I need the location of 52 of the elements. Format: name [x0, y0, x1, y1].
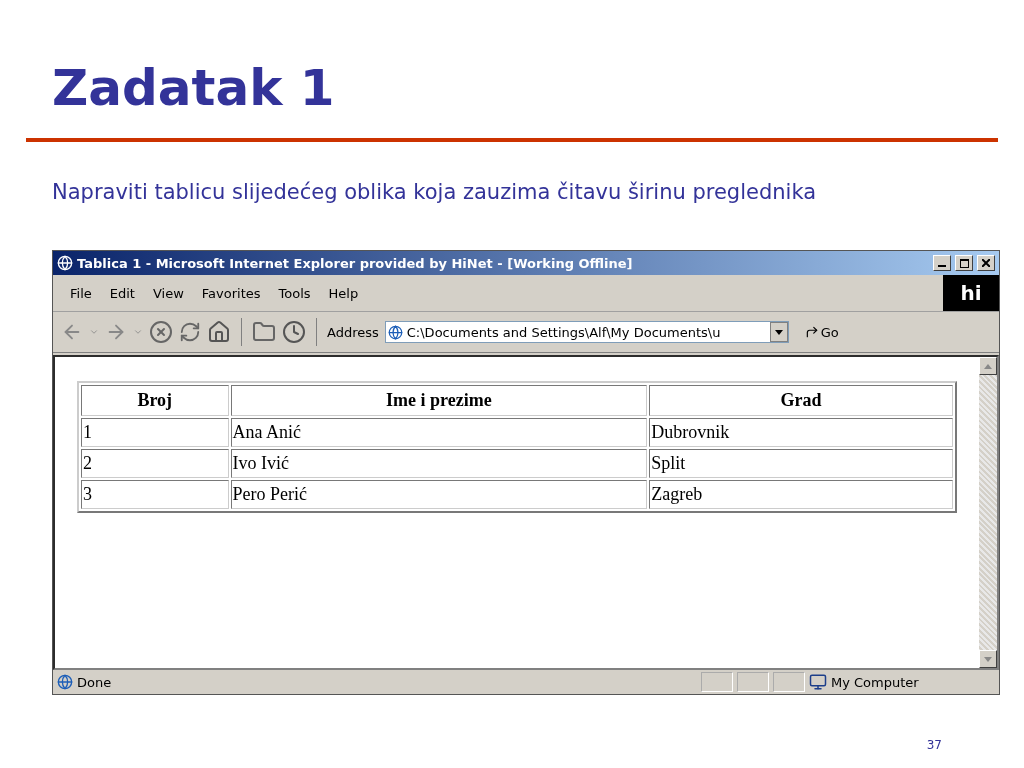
folder-icon[interactable]	[252, 320, 276, 344]
home-icon[interactable]	[207, 320, 231, 344]
status-pane	[773, 672, 805, 692]
address-label: Address	[327, 324, 379, 340]
logo: hi	[943, 275, 999, 311]
slide-title: Zadatak 1	[52, 58, 336, 119]
column-header: Grad	[649, 385, 953, 416]
page-icon	[387, 324, 403, 340]
table-cell: 3	[81, 480, 229, 509]
table-cell: 2	[81, 449, 229, 478]
slide-subtitle: Napraviti tablicu slijedećeg oblika koja zauzima čitavu širinu preglednika	[52, 180, 818, 204]
scroll-up-button[interactable]	[979, 357, 997, 375]
table-cell: Zagreb	[649, 480, 953, 509]
maximize-button[interactable]	[955, 255, 973, 271]
go-button[interactable]: Go	[804, 324, 839, 340]
computer-icon	[809, 673, 827, 691]
window-title: Tablica 1 - Microsoft Internet Explorer provided by HiNet - [Working Offline]	[77, 255, 634, 271]
refresh-icon[interactable]	[179, 321, 201, 343]
maximize-icon	[959, 258, 969, 268]
scroll-down-button[interactable]	[979, 650, 997, 668]
status-pane	[701, 672, 733, 692]
menu-item[interactable]: Help	[319, 285, 368, 301]
dropdown-button[interactable]	[769, 322, 788, 342]
column-header: Broj	[81, 385, 229, 416]
clock-icon[interactable]	[282, 320, 306, 344]
minimize-button[interactable]	[933, 255, 951, 271]
table-cell: Ana Anić	[230, 418, 648, 447]
page-icon	[57, 674, 73, 690]
table-cell: Split	[649, 449, 953, 478]
table-cell: Ivo Ivić	[230, 449, 648, 478]
zone-text: My Computer	[831, 674, 919, 690]
go-arrow-icon	[804, 325, 819, 339]
stop-icon[interactable]	[149, 320, 173, 344]
browser-icon	[57, 255, 73, 271]
close-icon	[982, 259, 990, 267]
table-cell: 1	[81, 418, 229, 447]
status-text: Done	[77, 674, 113, 690]
menu-item[interactable]: Tools	[269, 285, 320, 301]
menu-item[interactable]: File	[61, 285, 101, 301]
close-button[interactable]	[977, 255, 995, 271]
table-cell: Dubrovnik	[649, 418, 953, 447]
address-field[interactable]: C:\Documents and Settings\Alf\My Documents\u	[384, 321, 789, 343]
caret-icon	[774, 329, 783, 335]
menu-item[interactable]: Favorites	[192, 285, 270, 301]
up-arrow-icon	[984, 363, 992, 369]
status-pane	[737, 672, 769, 692]
table-cell: Pero Perić	[230, 480, 648, 509]
menu-item[interactable]: Edit	[100, 285, 144, 301]
page-number: 37	[926, 738, 943, 752]
column-header: Ime i prezime	[230, 385, 648, 416]
down-arrow-icon	[984, 656, 992, 662]
menu-item[interactable]: View	[143, 285, 193, 301]
